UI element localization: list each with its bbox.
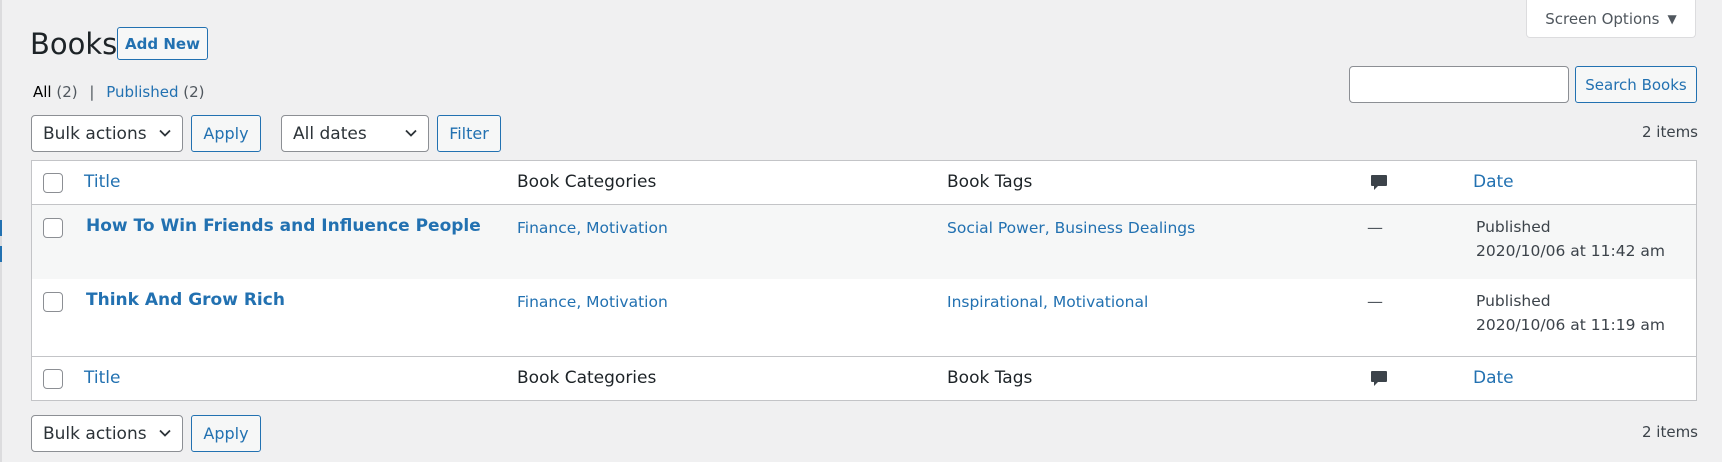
select-all-checkbox[interactable] bbox=[43, 173, 63, 193]
chevron-down-icon bbox=[159, 129, 171, 137]
add-new-button[interactable]: Add New bbox=[117, 27, 208, 60]
view-all-count: (2) bbox=[56, 83, 78, 101]
column-tags: Book Tags bbox=[947, 172, 1033, 192]
book-title-link[interactable]: How To Win Friends and Influence People bbox=[86, 216, 481, 236]
bulk-actions-value: Bulk actions bbox=[43, 423, 147, 444]
comment-icon[interactable] bbox=[1370, 370, 1388, 388]
comment-count: — bbox=[1367, 292, 1383, 311]
row-checkbox[interactable] bbox=[43, 218, 63, 238]
page-title: Books bbox=[30, 27, 118, 61]
tag-link[interactable]: Motivational bbox=[1053, 293, 1148, 311]
view-published-count: (2) bbox=[183, 83, 205, 101]
table-row: Think And Grow Rich Finance, Motivation … bbox=[32, 279, 1696, 353]
select-all-checkbox-footer[interactable] bbox=[43, 369, 63, 389]
column-date-sort[interactable]: Date bbox=[1473, 172, 1514, 192]
post-date: 2020/10/06 at 11:19 am bbox=[1476, 316, 1665, 334]
post-date: 2020/10/06 at 11:42 am bbox=[1476, 242, 1665, 260]
comment-icon[interactable] bbox=[1370, 174, 1388, 192]
bulk-actions-select-top[interactable]: Bulk actions bbox=[31, 115, 183, 152]
tag-link[interactable]: Social Power bbox=[947, 219, 1045, 237]
column-date-sort-footer[interactable]: Date bbox=[1473, 368, 1514, 388]
caret-down-icon: ▼ bbox=[1667, 11, 1677, 26]
comment-count: — bbox=[1367, 218, 1383, 237]
screen-options-label: Screen Options bbox=[1545, 9, 1660, 28]
column-title-sort[interactable]: Title bbox=[84, 172, 120, 192]
dates-value: All dates bbox=[293, 123, 367, 144]
view-all-link[interactable]: All bbox=[33, 83, 52, 101]
dates-filter-select[interactable]: All dates bbox=[281, 115, 429, 152]
column-categories: Book Categories bbox=[517, 172, 657, 192]
search-books-button[interactable]: Search Books bbox=[1575, 66, 1697, 103]
apply-button-top[interactable]: Apply bbox=[191, 115, 261, 152]
menu-edge-marker bbox=[0, 246, 2, 262]
category-link[interactable]: Finance bbox=[517, 293, 576, 311]
filter-button[interactable]: Filter bbox=[437, 115, 501, 152]
book-title-link[interactable]: Think And Grow Rich bbox=[86, 290, 285, 310]
apply-button-bottom[interactable]: Apply bbox=[191, 415, 261, 452]
column-title-sort-footer[interactable]: Title bbox=[84, 368, 120, 388]
tag-link[interactable]: Business Dealings bbox=[1055, 219, 1196, 237]
bulk-actions-select-bottom[interactable]: Bulk actions bbox=[31, 415, 183, 452]
post-status: Published bbox=[1476, 218, 1551, 236]
search-input[interactable] bbox=[1349, 66, 1569, 103]
category-link[interactable]: Motivation bbox=[586, 293, 668, 311]
tag-link[interactable]: Inspirational bbox=[947, 293, 1043, 311]
view-separator: | bbox=[89, 83, 95, 101]
books-table: Title Book Categories Book Tags Date How… bbox=[31, 160, 1697, 401]
table-footer: Title Book Categories Book Tags Date bbox=[32, 356, 1696, 400]
row-checkbox[interactable] bbox=[43, 292, 63, 312]
chevron-down-icon bbox=[405, 129, 417, 137]
chevron-down-icon bbox=[159, 429, 171, 437]
table-row: How To Win Friends and Influence People … bbox=[32, 205, 1696, 279]
column-categories-footer: Book Categories bbox=[517, 368, 657, 388]
post-status: Published bbox=[1476, 292, 1551, 310]
screen-options-button[interactable]: Screen Options ▼ bbox=[1526, 0, 1696, 38]
category-link[interactable]: Finance bbox=[517, 219, 576, 237]
items-count-top: 2 items bbox=[1641, 123, 1698, 141]
view-published-link[interactable]: Published bbox=[106, 83, 178, 101]
view-filters: All (2) | Published (2) bbox=[33, 83, 205, 101]
bulk-actions-value: Bulk actions bbox=[43, 123, 147, 144]
admin-menu-edge bbox=[0, 0, 2, 462]
menu-edge-marker bbox=[0, 220, 2, 236]
table-header: Title Book Categories Book Tags Date bbox=[32, 161, 1696, 205]
items-count-bottom: 2 items bbox=[1641, 423, 1698, 441]
column-tags-footer: Book Tags bbox=[947, 368, 1033, 388]
category-link[interactable]: Motivation bbox=[586, 219, 668, 237]
